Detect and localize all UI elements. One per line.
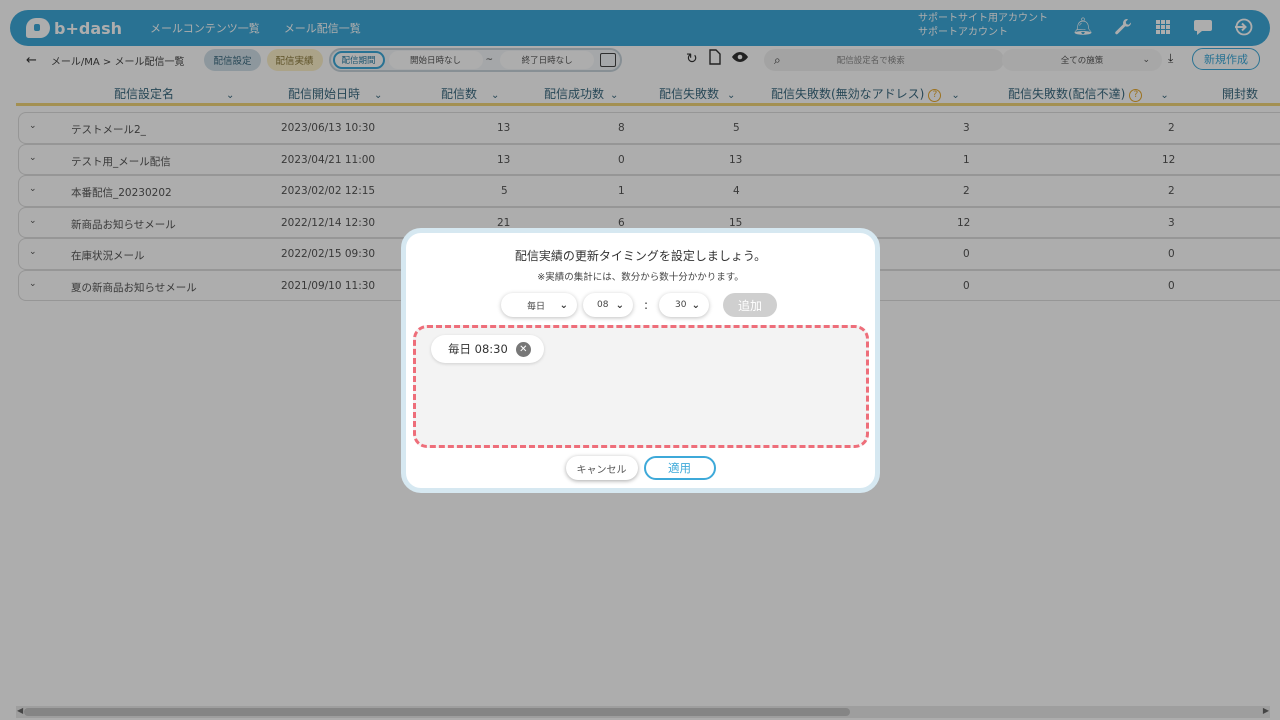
add-button[interactable]: 追加 <box>723 293 777 317</box>
chevron-down-icon: ⌄ <box>559 299 568 311</box>
chevron-down-icon: ⌄ <box>691 299 700 311</box>
minute-select[interactable]: 30 ⌄ <box>659 293 709 317</box>
update-timing-dialog: 配信実績の更新タイミングを設定しましょう。 ※実績の集計には、数分から数十分かか… <box>401 228 880 493</box>
schedule-chip-label: 毎日 08:30 <box>448 342 508 356</box>
time-colon: : <box>643 298 649 312</box>
dialog-note: ※実績の集計には、数分から数十分かかります。 <box>537 272 744 283</box>
cancel-button[interactable]: キャンセル <box>565 456 638 480</box>
timing-input-row: 毎日 ⌄ 08 ⌄ : 30 ⌄ 追加 <box>501 293 777 317</box>
minute-value: 30 <box>675 300 687 310</box>
chevron-down-icon: ⌄ <box>615 299 624 311</box>
apply-button[interactable]: 適用 <box>643 456 716 480</box>
hour-select[interactable]: 08 ⌄ <box>583 293 633 317</box>
frequency-select[interactable]: 毎日 ⌄ <box>501 293 577 317</box>
dialog-actions: キャンセル 適用 <box>406 456 875 480</box>
schedule-chip: 毎日 08:30 ✕ <box>431 335 544 363</box>
schedule-list: 毎日 08:30 ✕ <box>413 325 869 448</box>
dialog-title: 配信実績の更新タイミングを設定しましょう。 <box>514 249 767 263</box>
frequency-value: 毎日 <box>527 301 546 312</box>
hour-value: 08 <box>597 300 609 310</box>
remove-icon[interactable]: ✕ <box>515 341 531 357</box>
